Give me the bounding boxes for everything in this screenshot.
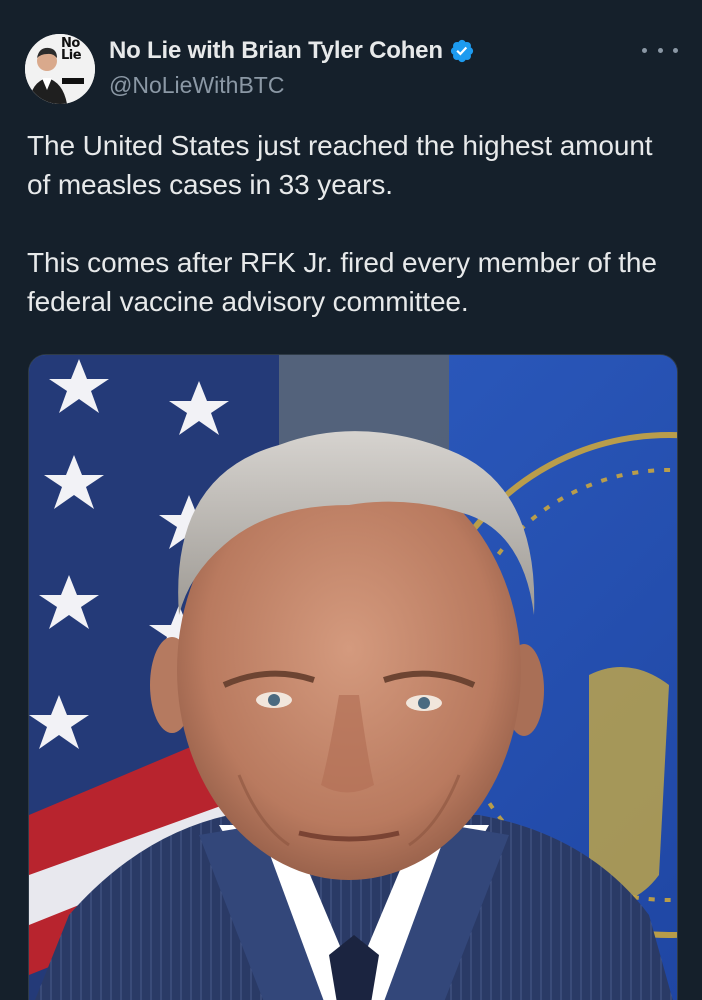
dot [673,47,678,53]
tweet-paragraph: The United States just reached the highe… [27,130,653,200]
display-name[interactable]: No Lie with Brian Tyler Cohen [109,37,443,65]
dot [642,47,647,53]
tweet-header: No Lie No Lie with Brian Tyler Cohen @No… [25,34,682,104]
portrait-illustration [29,355,677,1000]
tweet-paragraph: This comes after RFK Jr. fired every mem… [27,247,657,317]
avatar-logo-text: No Lie [61,36,82,63]
handle[interactable]: @NoLieWithBTC [109,72,475,99]
avatar[interactable]: No Lie [25,34,95,104]
tweet-media-photo[interactable] [28,354,678,1000]
tweet-text: The United States just reached the highe… [27,126,667,321]
more-options-icon[interactable] [642,40,678,60]
author-info: No Lie with Brian Tyler Cohen @NoLieWith… [109,36,475,99]
name-row: No Lie with Brian Tyler Cohen [109,36,475,66]
verified-badge-icon [449,38,475,64]
dot [657,47,663,53]
tweet: No Lie No Lie with Brian Tyler Cohen @No… [0,0,702,1000]
